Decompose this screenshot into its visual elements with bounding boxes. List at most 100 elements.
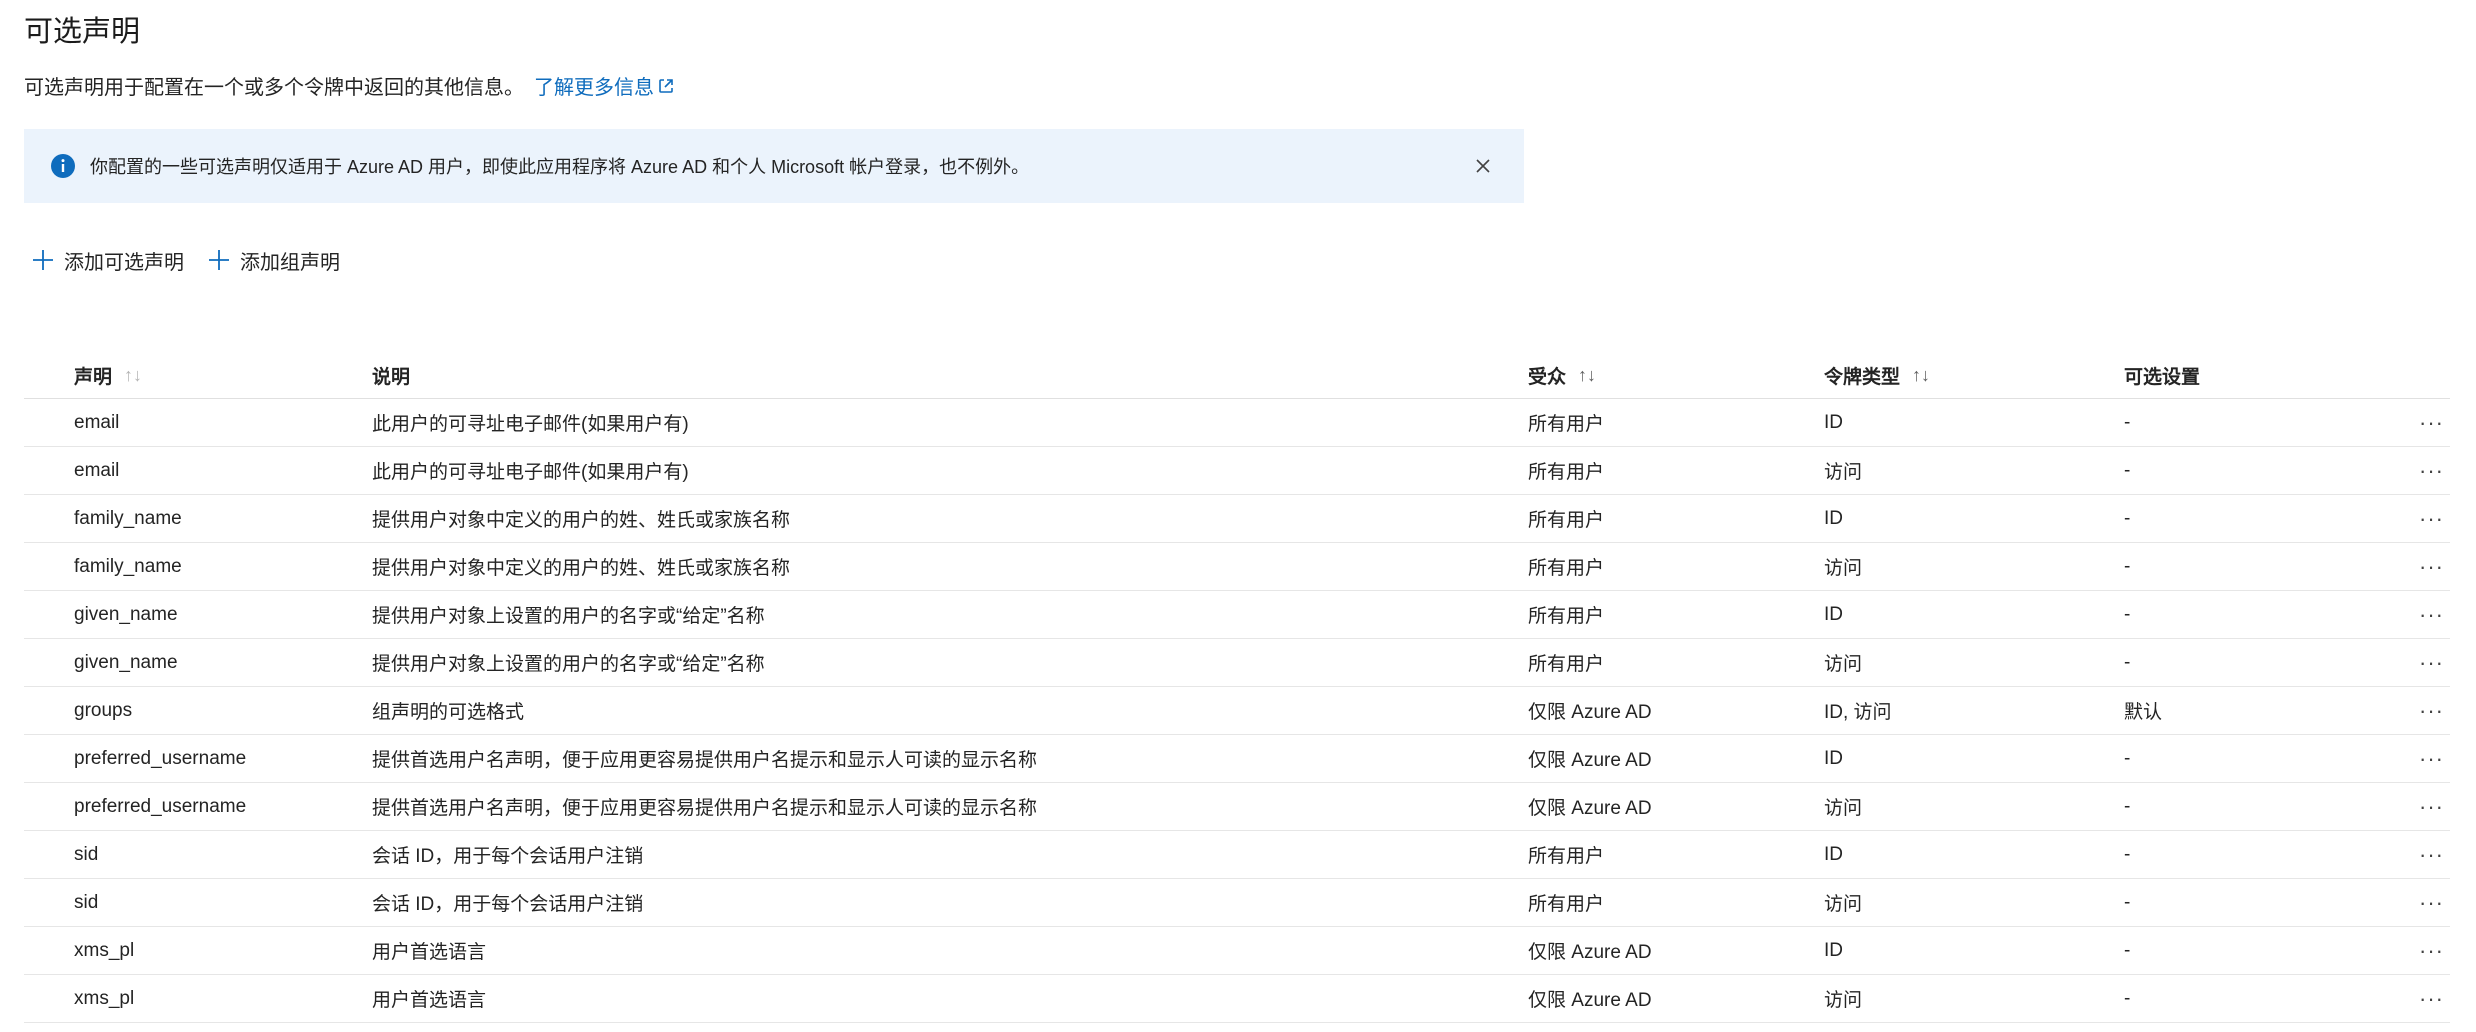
optional-settings-cell: -	[2124, 411, 2131, 433]
token-type-cell: ID, 访问	[1824, 702, 1892, 723]
table-row[interactable]: preferred_username 提供首选用户名声明，便于应用更容易提供用户名…	[24, 783, 2450, 831]
more-icon[interactable]: ···	[2419, 651, 2444, 673]
description-cell: 此用户的可寻址电子邮件(如果用户有)	[372, 462, 689, 483]
table-row[interactable]: given_name 提供用户对象上设置的用户的名字或“给定”名称 所有用户 访问 - ·…	[24, 639, 2450, 687]
close-icon[interactable]	[1468, 151, 1498, 181]
audience-cell: 所有用户	[1528, 414, 1605, 435]
table-row[interactable]: family_name 提供用户对象中定义的用户的姓、姓氏或家族名称 所有用户 访问 -…	[24, 543, 2450, 591]
sort-icon[interactable]: ↑↓	[1578, 365, 1596, 386]
token-type-cell: ID	[1824, 843, 1843, 865]
add-optional-claim-button[interactable]: 添加可选声明	[32, 244, 184, 276]
more-icon[interactable]: ···	[2419, 987, 2444, 1009]
sort-icon[interactable]: ↑↓	[1912, 365, 1930, 386]
token-type-cell: 访问	[1824, 462, 1863, 483]
table-row[interactable]: given_name 提供用户对象上设置的用户的名字或“给定”名称 所有用户 ID - ·…	[24, 591, 2450, 639]
more-icon[interactable]: ···	[2419, 699, 2444, 721]
add-group-claim-button[interactable]: 添加组声明	[208, 244, 340, 276]
optional-settings-cell: -	[2124, 651, 2131, 673]
row-actions: ···	[2390, 699, 2450, 721]
token-type-cell: ID	[1824, 507, 1843, 529]
optional-settings-cell: -	[2124, 555, 2131, 577]
token-type-cell: ID	[1824, 603, 1843, 625]
token-type-cell: ID	[1824, 939, 1843, 961]
learn-more-label: 了解更多信息	[534, 77, 654, 99]
claim-cell: preferred_username	[74, 795, 247, 817]
table-row[interactable]: groups 组声明的可选格式 仅限 Azure AD ID, 访问 默认 ···	[24, 687, 2450, 735]
claim-cell: given_name	[74, 651, 178, 673]
token-type-cell: 访问	[1824, 894, 1863, 915]
more-icon[interactable]: ···	[2419, 603, 2444, 625]
page-description: 可选声明用于配置在一个或多个令牌中返回的其他信息。 了解更多信息	[24, 72, 676, 106]
audience-cell: 仅限 Azure AD	[1528, 702, 1652, 723]
more-icon[interactable]: ···	[2419, 795, 2444, 817]
token-type-cell: 访问	[1824, 798, 1863, 819]
more-icon[interactable]: ···	[2419, 411, 2444, 433]
optional-settings-cell: -	[2124, 939, 2131, 961]
description-cell: 会话 ID，用于每个会话用户注销	[372, 846, 644, 867]
audience-cell: 仅限 Azure AD	[1528, 750, 1652, 771]
claim-cell: family_name	[74, 507, 182, 529]
audience-cell: 所有用户	[1528, 654, 1605, 675]
table-row[interactable]: xms_pl 用户首选语言 仅限 Azure AD ID - ···	[24, 927, 2450, 975]
optional-settings-cell: -	[2124, 507, 2131, 529]
table-row[interactable]: xms_pl 用户首选语言 仅限 Azure AD 访问 - ···	[24, 975, 2450, 1023]
more-icon[interactable]: ···	[2419, 507, 2444, 529]
column-header-token-type-label: 令牌类型	[1824, 366, 1901, 388]
column-header-optional-settings-label: 可选设置	[2124, 366, 2201, 388]
add-group-claim-label: 添加组声明	[240, 251, 340, 274]
plus-icon	[209, 250, 229, 270]
description-cell: 用户首选语言	[372, 942, 487, 963]
column-header-claim-label: 声明	[74, 366, 113, 388]
claims-table: 声明 ↑↓ 说明 受众 ↑↓ 令牌类型 ↑↓ 可选设置 email 此用户的可寻址…	[24, 352, 2450, 1023]
optional-settings-cell: -	[2124, 843, 2131, 865]
external-link-icon	[656, 74, 676, 106]
claim-cell: email	[74, 459, 120, 481]
info-banner: 你配置的一些可选声明仅适用于 Azure AD 用户，即使此应用程序将 Azur…	[24, 129, 1524, 203]
column-header-audience[interactable]: 受众 ↑↓	[1474, 362, 1772, 389]
row-actions: ···	[2390, 459, 2450, 481]
audience-cell: 仅限 Azure AD	[1528, 990, 1652, 1011]
row-actions: ···	[2390, 603, 2450, 625]
row-actions: ···	[2390, 411, 2450, 433]
description-cell: 提供用户对象上设置的用户的名字或“给定”名称	[372, 606, 765, 627]
claim-cell: email	[74, 411, 120, 433]
more-icon[interactable]: ···	[2419, 891, 2444, 913]
row-actions: ···	[2390, 555, 2450, 577]
more-icon[interactable]: ···	[2419, 459, 2444, 481]
column-header-token-type[interactable]: 令牌类型 ↑↓	[1772, 362, 2070, 389]
description-cell: 会话 ID，用于每个会话用户注销	[372, 894, 644, 915]
description-cell: 提供用户对象中定义的用户的姓、姓氏或家族名称	[372, 510, 791, 531]
row-actions: ···	[2390, 651, 2450, 673]
page-title: 可选声明	[24, 16, 141, 48]
audience-cell: 所有用户	[1528, 510, 1605, 531]
banner-message: 你配置的一些可选声明仅适用于 Azure AD 用户，即使此应用程序将 Azur…	[90, 157, 1030, 177]
description-cell: 提供用户对象中定义的用户的姓、姓氏或家族名称	[372, 558, 791, 579]
claim-cell: sid	[74, 891, 99, 913]
token-type-cell: ID	[1824, 411, 1843, 433]
claim-cell: xms_pl	[74, 987, 135, 1009]
row-actions: ···	[2390, 891, 2450, 913]
token-type-cell: 访问	[1824, 558, 1863, 579]
more-icon[interactable]: ···	[2419, 939, 2444, 961]
more-icon[interactable]: ···	[2419, 747, 2444, 769]
column-header-claim[interactable]: 声明 ↑↓	[24, 362, 322, 389]
optional-settings-cell: -	[2124, 459, 2131, 481]
claim-cell: given_name	[74, 603, 178, 625]
add-optional-claim-label: 添加可选声明	[64, 251, 184, 274]
table-row[interactable]: email 此用户的可寻址电子邮件(如果用户有) 所有用户 访问 - ···	[24, 447, 2450, 495]
row-actions: ···	[2390, 507, 2450, 529]
info-icon	[50, 153, 76, 179]
table-row[interactable]: sid 会话 ID，用于每个会话用户注销 所有用户 访问 - ···	[24, 879, 2450, 927]
row-actions: ···	[2390, 795, 2450, 817]
table-row[interactable]: email 此用户的可寻址电子邮件(如果用户有) 所有用户 ID - ···	[24, 399, 2450, 447]
table-row[interactable]: sid 会话 ID，用于每个会话用户注销 所有用户 ID - ···	[24, 831, 2450, 879]
sort-icon[interactable]: ↑↓	[124, 365, 142, 386]
table-row[interactable]: family_name 提供用户对象中定义的用户的姓、姓氏或家族名称 所有用户 ID -…	[24, 495, 2450, 543]
more-icon[interactable]: ···	[2419, 555, 2444, 577]
table-row[interactable]: preferred_username 提供首选用户名声明，便于应用更容易提供用户名…	[24, 735, 2450, 783]
learn-more-link[interactable]: 了解更多信息	[534, 77, 676, 99]
more-icon[interactable]: ···	[2419, 843, 2444, 865]
description-cell: 此用户的可寻址电子邮件(如果用户有)	[372, 414, 689, 435]
row-actions: ···	[2390, 939, 2450, 961]
row-actions: ···	[2390, 747, 2450, 769]
